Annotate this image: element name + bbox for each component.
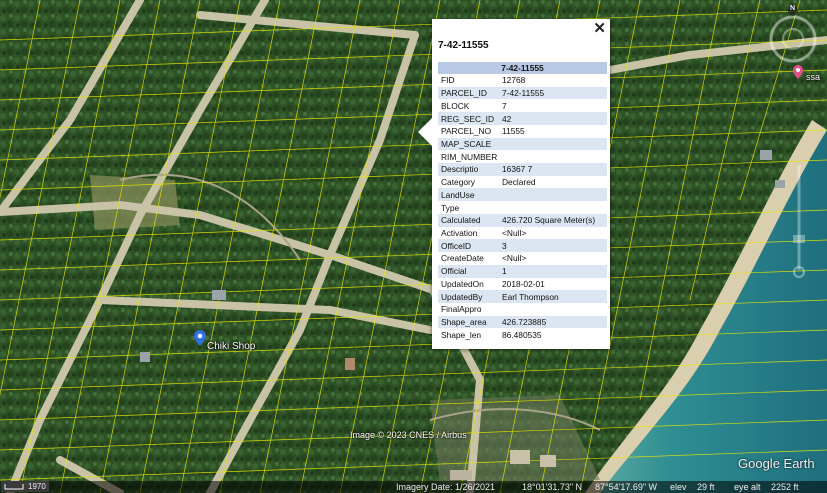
attribute-key: Activation [441,227,478,238]
attribute-key: Official [438,264,499,278]
attribute-value: 12768 [502,75,526,86]
attribute-key: Descriptio [438,163,499,176]
eye-alt-label: eye alt [734,482,761,492]
attribute-value: <Null> [502,253,527,264]
attribute-key: Type [441,202,460,213]
attribute-key: PARCEL_NO [441,126,492,137]
attribute-row: LandUse [438,188,607,202]
attribute-row: PARCEL_NO 11555 [438,125,607,138]
attribute-value: 16367 7 [499,163,607,176]
attribute-key: MAP_SCALE [438,137,499,151]
attribute-row: REG_SEC_ID 42 [438,112,607,125]
poi-label[interactable]: ssa [806,72,820,82]
attribute-table: 7-42-11555 FID 12768 PARCEL_ID 7-42-11555 BL… [438,62,607,341]
attribute-value: 42 [499,112,607,125]
attribute-row: Category Declared [438,176,607,189]
attribute-row: UpdatedOn 2018-02-01 [438,278,607,291]
attribute-value [499,137,607,151]
attribute-row: RIM_NUMBER [438,150,607,163]
attribute-value: 426.723885 [499,315,607,329]
attribute-key: PARCEL_ID [438,86,499,100]
attribute-key: UpdatedBy [438,290,499,303]
attribute-value: <Null> [502,227,527,238]
attribute-value [499,303,607,316]
map-pin-icon[interactable] [194,330,206,346]
attribute-value: 7-42-11555 [499,86,607,100]
parcel-info-popup: ✕ 7-42-11555 7-42-11555 FID 12768 PARCEL_I… [418,19,610,349]
attribute-key: RIM_NUMBER [441,151,498,162]
compass-north-label: N [790,5,796,12]
attribute-value: 3 [499,239,607,253]
attribute-value [499,150,607,163]
compass-control[interactable] [763,3,823,63]
attribute-value: 11555 [502,126,525,137]
longitude: 87°54'17.69" W [595,482,658,492]
attribute-value: 426.720 Square Meter(s) [499,213,607,227]
attribute-row: MAP_SCALE [438,137,607,151]
attribute-value: 1 [499,264,607,278]
attribute-key: FID [441,75,455,86]
attribute-row: FID 12768 [438,74,607,87]
attribute-row: FinalAppro [438,303,607,316]
attribute-key: Category [441,177,475,188]
zoom-slider[interactable] [790,160,808,280]
attribute-row: Calculated 426.720 Square Meter(s) [438,213,607,227]
pink-pin-icon[interactable] [793,65,803,79]
attribute-key: Shape_area [438,315,499,329]
attribute-key: LandUse [438,188,499,202]
attribute-key: Calculated [438,213,499,227]
elevation-label: elev [670,482,687,492]
attribute-row: Shape_len 86.480535 [438,328,607,341]
place-label-chiki-shop[interactable]: Chiki Shop [207,341,255,352]
attribute-row: OfficeID 3 [438,239,607,253]
attribute-table-header: 7-42-11555 [438,62,607,74]
attribute-row: Official 1 [438,264,607,278]
imagery-date: Imagery Date: 1/26/2021 [396,482,496,492]
satellite-map[interactable] [0,0,827,493]
attribute-key: UpdatedOn [441,278,484,289]
attribute-value: Declared [502,177,536,188]
attribute-value [499,188,607,202]
latitude: 18°01'31.73" N [522,482,583,492]
imagery-attribution: Image © 2023 CNES / Airbus [350,430,467,440]
attribute-key: BLOCK [441,100,470,111]
attribute-key: Shape_len [441,329,482,340]
attribute-value [499,201,607,214]
attribute-row: Type [438,201,607,214]
scale-value: 1970 [28,482,46,491]
attribute-key: OfficeID [438,239,499,253]
attribute-row: Shape_area 426.723885 [438,315,607,329]
popup-pointer [418,118,432,146]
eye-alt-value: 2252 ft [771,482,799,492]
attribute-row: PARCEL_ID 7-42-11555 [438,86,607,100]
popup-title: 7-42-11555 [438,40,489,51]
attribute-row: BLOCK 7 [438,99,607,112]
elevation-value: 29 ft [697,482,715,492]
attribute-value: Earl Thompson [499,290,607,303]
attribute-row: Activation <Null> [438,227,607,240]
attribute-row: CreateDate <Null> [438,252,607,265]
attribute-key: FinalAppro [441,304,482,315]
attribute-value: 86.480535 [502,329,542,340]
attribute-key: CreateDate [441,253,484,264]
attribute-key: REG_SEC_ID [438,112,499,125]
close-icon[interactable]: ✕ [593,20,606,38]
google-earth-logo: Google Earth [738,456,815,471]
attribute-row: Descriptio 16367 7 [438,163,607,176]
attribute-value: 7 [502,100,507,111]
attribute-row: UpdatedBy Earl Thompson [438,290,607,303]
attribute-value: 2018-02-01 [502,278,545,289]
